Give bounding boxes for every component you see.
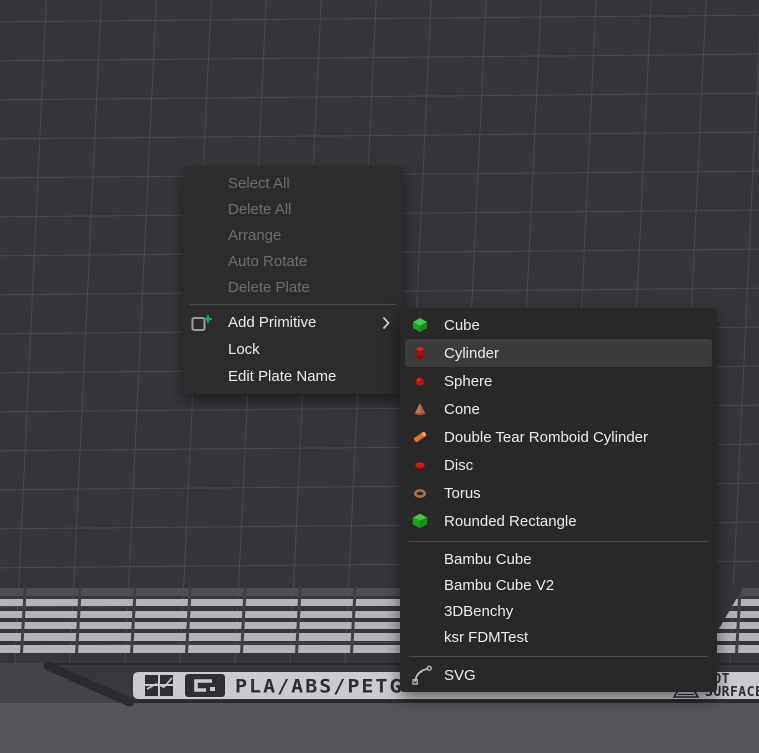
submenu-item-label: Rounded Rectangle [444,513,577,530]
submenu-item-label: Bambu Cube V2 [444,577,554,594]
submenu-item-cone[interactable]: Cone [400,395,717,423]
plate-logo-icon [185,674,225,697]
submenu-item-label: Torus [444,485,481,502]
submenu-item-cube[interactable]: Cube [400,311,717,339]
torus-icon [412,485,428,501]
submenu-item-double-tear-romboid-cylinder[interactable]: Double Tear Romboid Cylinder [400,423,717,451]
plate-material-label: PLA/ABS/PETG [235,675,404,698]
menu-item-add-primitive[interactable]: Add Primitive [183,309,403,336]
context-menu: Select All Delete All Arrange Auto Rotat… [183,166,403,394]
add-primitive-icon [191,314,213,332]
menu-item-label: Delete All [228,201,291,218]
sphere-icon [412,373,428,389]
menu-separator [190,304,396,305]
submenu-item-torus[interactable]: Torus [400,479,717,507]
menu-item-lock[interactable]: Lock [183,336,403,363]
submenu-item-label: Cone [444,401,480,418]
menu-item-label: Edit Plate Name [228,368,336,385]
slicer-viewport: PLA/ABS/PETG HOT SURFACE Select All Dele… [0,0,759,753]
cone-icon [412,401,428,417]
chevron-right-icon [382,316,390,330]
disc-icon [412,457,428,473]
submenu-item-rounded-rectangle[interactable]: Rounded Rectangle [400,507,717,535]
rounded-rectangle-icon [412,513,428,529]
menu-item-label: Delete Plate [228,279,310,296]
submenu-item-label: 3DBenchy [444,603,513,620]
menu-item-label: Add Primitive [228,314,316,331]
submenu-item-disc[interactable]: Disc [400,451,717,479]
menu-item-label: Arrange [228,227,281,244]
svg-bezier-icon [412,665,432,685]
submenu-item-sphere[interactable]: Sphere [400,367,717,395]
submenu-separator [409,656,708,657]
menu-item-label: Lock [228,341,260,358]
menu-item-delete-all: Delete All [183,196,403,222]
menu-item-arrange: Arrange [183,222,403,248]
submenu-item-label: Cube [444,317,480,334]
menu-item-label: Select All [228,175,290,192]
submenu-item-bambu-cube-v2[interactable]: Bambu Cube V2 [400,572,717,598]
submenu-item-cylinder[interactable]: Cylinder [405,339,712,367]
submenu-item-ksr-fdmtest[interactable]: ksr FDMTest [400,624,717,650]
menu-item-label: Auto Rotate [228,253,307,270]
submenu-item-label: SVG [444,667,476,684]
submenu-item-bambu-cube[interactable]: Bambu Cube [400,546,717,572]
add-primitive-submenu: Cube Cylinder Sphere Cone [400,308,717,692]
romboid-cylinder-icon [412,429,428,445]
submenu-item-label: Sphere [444,373,492,390]
submenu-item-label: Cylinder [444,345,499,362]
menu-item-auto-rotate: Auto Rotate [183,248,403,274]
submenu-item-label: Bambu Cube [444,551,532,568]
submenu-item-3dbenchy[interactable]: 3DBenchy [400,598,717,624]
menu-item-edit-plate-name[interactable]: Edit Plate Name [183,363,403,390]
submenu-item-label: Double Tear Romboid Cylinder [444,429,648,446]
window-panes-icon [145,675,175,696]
cylinder-icon [412,345,428,361]
submenu-item-label: Disc [444,457,473,474]
submenu-separator [409,541,708,542]
menu-item-select-all: Select All [183,170,403,196]
outside-floor [0,701,759,753]
cube-icon [412,317,428,333]
menu-item-delete-plate: Delete Plate [183,274,403,300]
submenu-item-label: ksr FDMTest [444,629,528,646]
submenu-item-svg[interactable]: SVG [400,661,717,689]
